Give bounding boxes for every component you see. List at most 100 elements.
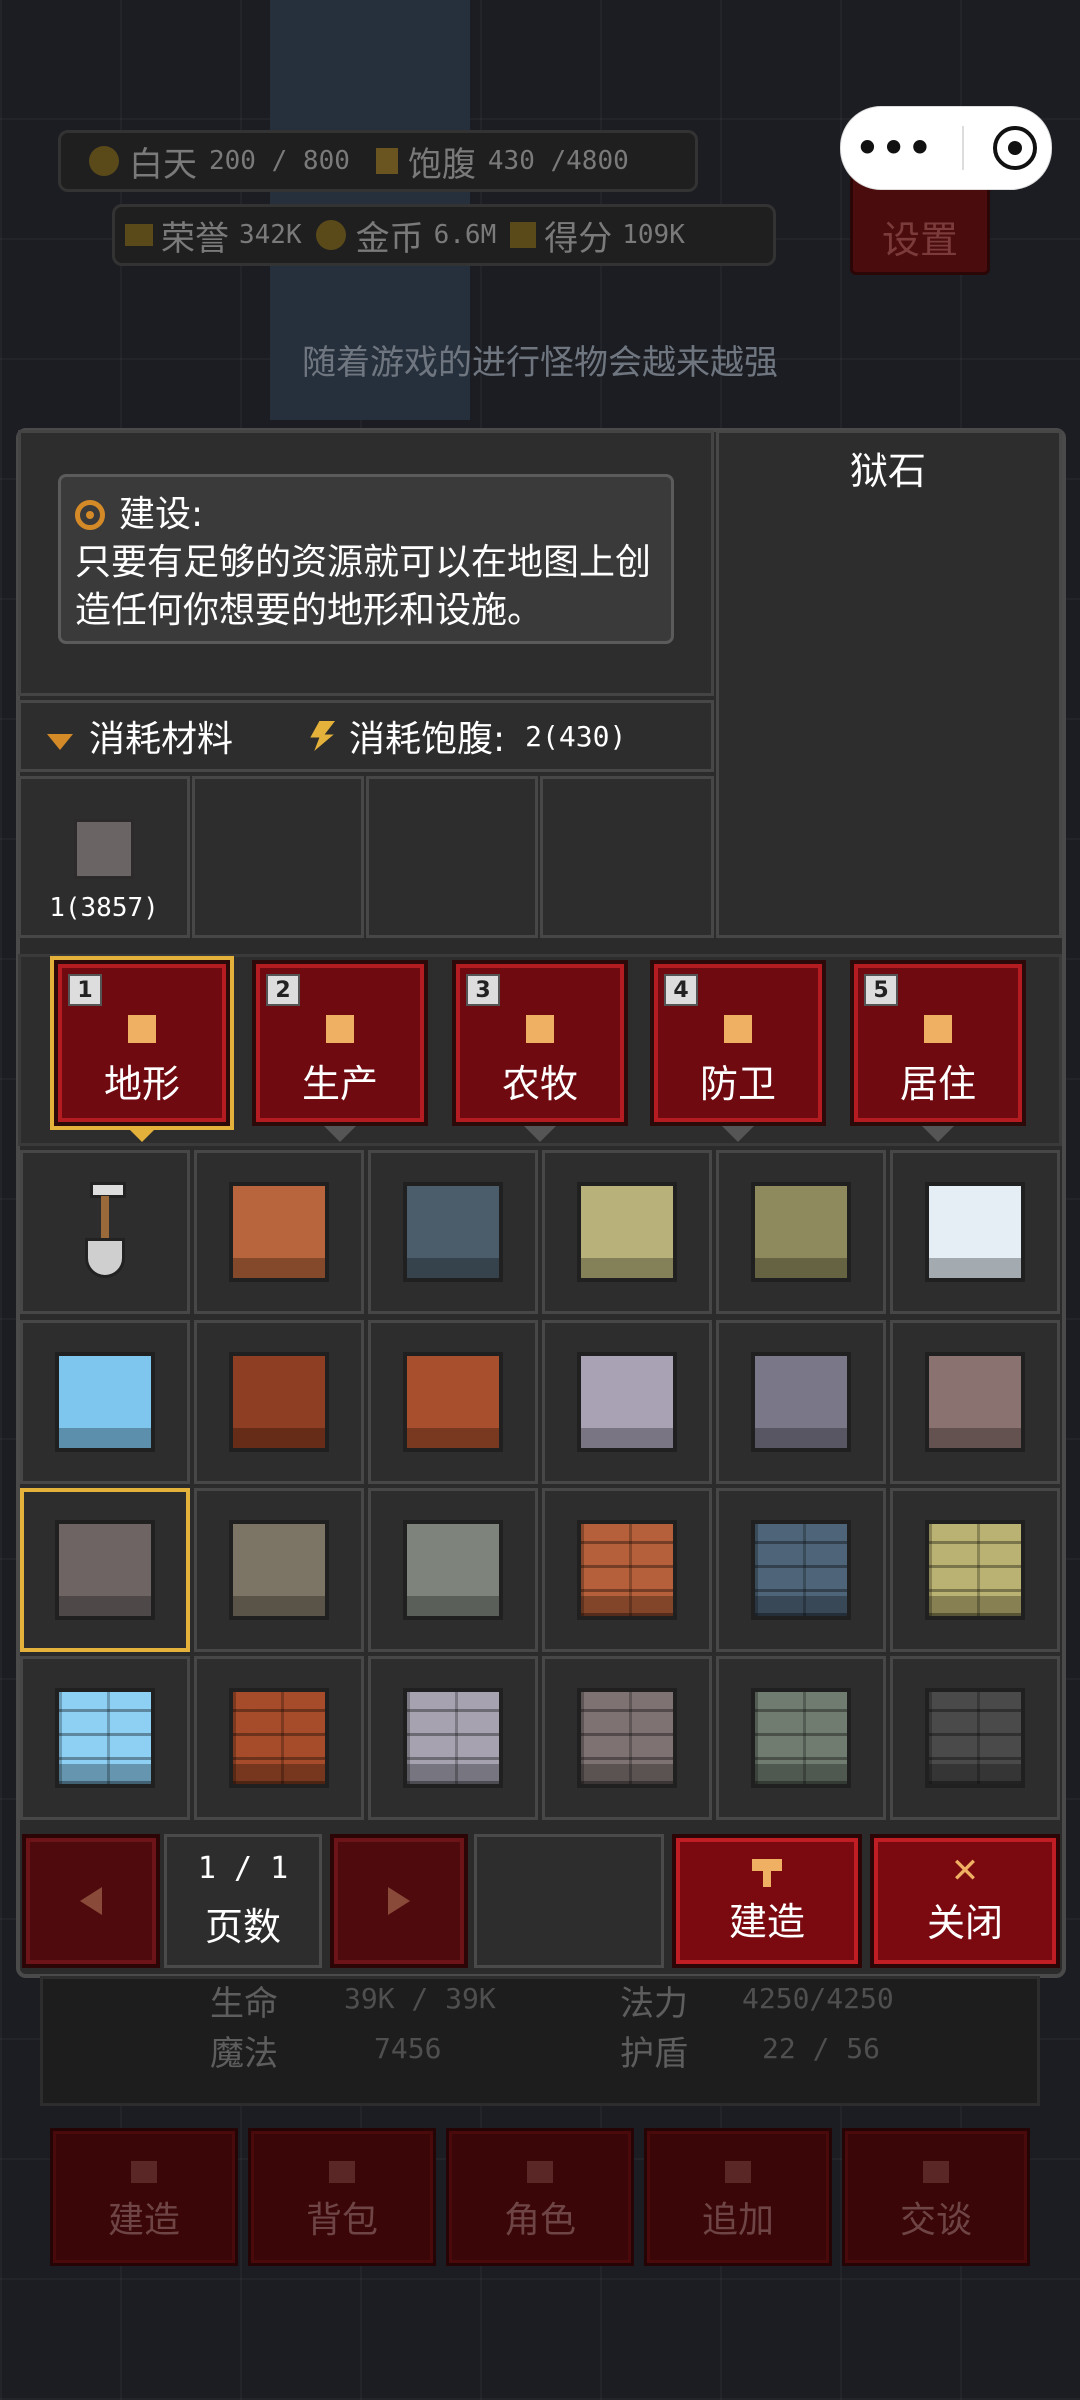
tile-cell-red-brick-block[interactable] [194, 1656, 364, 1820]
mossy-brick-block-icon [751, 1688, 851, 1788]
material-slot-3 [366, 776, 538, 938]
tile-cell-ice-brick-block[interactable] [20, 1656, 190, 1820]
honor-value: 342K [239, 220, 302, 250]
tab-5[interactable]: 5 居住 [850, 960, 1026, 1126]
tab-3[interactable]: 3 农牧 [452, 960, 628, 1126]
nav-role-label: 角色 [503, 2200, 576, 2241]
nav-hammer-icon [131, 2161, 157, 2183]
tile-cell-gray-brick-block[interactable] [542, 1656, 712, 1820]
rune-stone-block-icon [925, 1352, 1025, 1452]
glyph-stone-block-icon [403, 1520, 503, 1620]
sun-icon [89, 146, 119, 176]
satiety-icon [375, 148, 398, 174]
silver-block-icon [577, 1352, 677, 1452]
tab-1[interactable]: 1 地形 [54, 960, 230, 1126]
day-label: 白天 [129, 144, 197, 185]
tile-cell-dark-stone-furnace[interactable] [890, 1656, 1060, 1820]
tile-cell-slate-block[interactable] [368, 1150, 538, 1314]
slate-block-icon [403, 1182, 503, 1282]
close-button[interactable]: ✕ 关闭 [870, 1834, 1060, 1968]
honor-label: 荣誉 [161, 218, 229, 259]
hud-score-bar: 荣誉 342K 金币 6.6M 得分 109K [112, 204, 776, 266]
score-label: 得分 [544, 218, 613, 259]
tile-cell-mossy-sandstone-block[interactable] [716, 1150, 886, 1314]
description-title: 建设: [119, 494, 204, 535]
diamond-icon [924, 1015, 952, 1043]
ice-brick-block-icon [55, 1688, 155, 1788]
nav-talk-label: 交谈 [899, 2200, 972, 2241]
tile-cell-mossy-brick-block[interactable] [716, 1656, 886, 1820]
nav-talk-button[interactable]: 交谈 [842, 2128, 1030, 2266]
tab-number: 1 [68, 974, 102, 1006]
page-label: 页数 [204, 1905, 281, 1949]
preview-area [716, 430, 1062, 938]
tile-cell-red-clay-block[interactable] [194, 1150, 364, 1314]
tile-cell-prison-stone-block[interactable] [20, 1488, 190, 1652]
prev-page-button[interactable] [22, 1834, 160, 1968]
blue-brick-block-icon [751, 1520, 851, 1620]
gold-value: 6.6M [433, 220, 497, 250]
tile-cell-copper-block[interactable] [368, 1320, 538, 1484]
build-button[interactable]: 建造 [672, 1834, 862, 1968]
cracked-lava-block-icon [229, 1352, 329, 1452]
description-title-row: 建设: [75, 491, 657, 539]
gray-brick-block-icon [577, 1688, 677, 1788]
ice-block-icon [55, 1352, 155, 1452]
tab-number: 5 [864, 974, 898, 1006]
tab-2[interactable]: 2 生产 [252, 960, 428, 1126]
tile-cell-sandstone-block[interactable] [542, 1150, 712, 1314]
carved-sandstone-block-icon [229, 1520, 329, 1620]
build-target-icon [75, 500, 105, 530]
nav-bag-label: 背包 [305, 2200, 378, 2241]
page-indicator: 1 / 1 页数 [164, 1834, 322, 1968]
satiety-bolt-icon [310, 721, 336, 751]
tab-number: 4 [664, 974, 698, 1006]
next-page-button[interactable] [330, 1834, 468, 1968]
tile-cell-silver-brick-block[interactable] [368, 1656, 538, 1820]
nav-bag-button[interactable]: 背包 [248, 2128, 436, 2266]
tab-number: 3 [466, 974, 500, 1006]
tile-cell-snow-block[interactable] [890, 1150, 1060, 1314]
red-clay-block-icon [229, 1182, 329, 1282]
day-value: 200 / 800 [209, 146, 350, 176]
tile-cell-carved-gray-block[interactable] [716, 1320, 886, 1484]
nav-add-button[interactable]: 追加 [644, 2128, 832, 2266]
tile-cell-yellow-brick-block[interactable] [890, 1488, 1060, 1652]
tile-cell-carved-sandstone-block[interactable] [194, 1488, 364, 1652]
nav-role-button[interactable]: 角色 [446, 2128, 634, 2266]
tile-cell-glyph-stone-block[interactable] [368, 1488, 538, 1652]
tab-label: 防卫 [699, 1062, 776, 1106]
orange-brick-block-icon [577, 1520, 677, 1620]
tile-cell-cracked-lava-block[interactable] [194, 1320, 364, 1484]
prison-stone-block-icon [55, 1520, 155, 1620]
miniprogram-capsule: ••• [840, 106, 1052, 190]
satiety-value: 430 /4800 [487, 146, 629, 176]
nav-bag-icon [329, 2161, 355, 2183]
tile-cell-orange-brick-block[interactable] [542, 1488, 712, 1652]
close-label: 关闭 [926, 1900, 1003, 1945]
tab-label: 农牧 [501, 1062, 578, 1106]
coin-icon [315, 220, 346, 250]
right-arrow-icon [388, 1887, 410, 1915]
tab-4[interactable]: 4 防卫 [650, 960, 826, 1126]
shovel-icon [128, 1015, 156, 1043]
yellow-brick-block-icon [925, 1520, 1025, 1620]
tile-cell-silver-block[interactable] [542, 1320, 712, 1484]
tile-cell-rune-stone-block[interactable] [890, 1320, 1060, 1484]
mana-value: 4250/4250 [742, 1982, 894, 2015]
tile-cell-ice-block[interactable] [20, 1320, 190, 1484]
nav-build-button[interactable]: 建造 [50, 2128, 238, 2266]
nav-build-label: 建造 [107, 2200, 180, 2241]
crown-icon [125, 224, 153, 246]
exit-target-icon[interactable] [992, 126, 1037, 170]
dark-stone-furnace-icon [925, 1688, 1025, 1788]
tile-cell-shovel-tool[interactable] [20, 1150, 190, 1314]
satiety-label: 饱腹 [407, 144, 476, 185]
mana-label: 法力 [620, 1984, 688, 2024]
tab-label: 居住 [899, 1062, 976, 1106]
tile-cell-blue-brick-block[interactable] [716, 1488, 886, 1652]
tab-caret-icon [722, 1126, 754, 1142]
more-icon[interactable]: ••• [855, 126, 934, 170]
capsule-divider [962, 126, 965, 170]
mossy-sandstone-block-icon [751, 1182, 851, 1282]
